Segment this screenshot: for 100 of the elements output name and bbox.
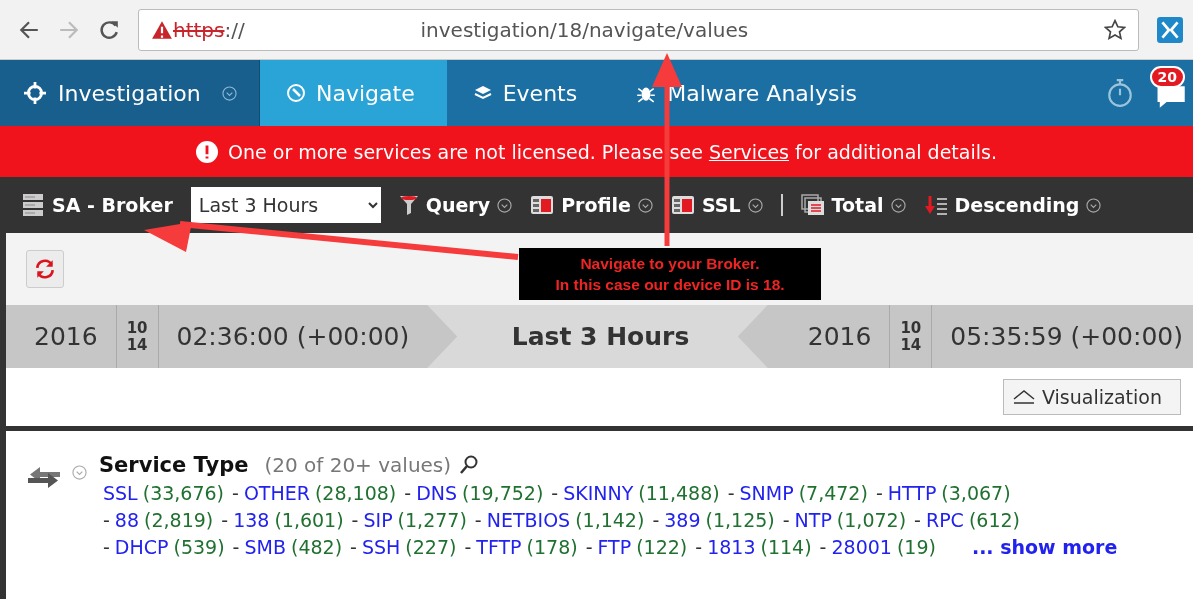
value-count: (28,108) bbox=[314, 482, 397, 504]
value-link[interactable]: 28001 bbox=[831, 536, 892, 558]
value-count: (539) bbox=[173, 536, 225, 558]
separator: - bbox=[232, 482, 239, 504]
value-count: (178) bbox=[526, 536, 578, 558]
day-label: 14 bbox=[900, 336, 922, 354]
month-label: 10 bbox=[126, 319, 148, 337]
value-link[interactable]: 1813 bbox=[707, 536, 756, 558]
separator: - bbox=[875, 482, 883, 504]
value-count: (1,142) bbox=[575, 509, 645, 531]
year-label: 2016 bbox=[34, 322, 98, 351]
value-link[interactable]: SNMP bbox=[739, 482, 794, 504]
value-link[interactable]: 389 bbox=[664, 509, 701, 531]
value-link[interactable]: SSH bbox=[361, 536, 401, 558]
separator: - bbox=[464, 536, 472, 558]
chevron-icon bbox=[637, 197, 653, 213]
value-link[interactable]: NTP bbox=[794, 509, 832, 531]
value-link[interactable]: TFTP bbox=[476, 536, 522, 558]
value-link[interactable]: SSL bbox=[103, 482, 138, 504]
refresh-icon bbox=[34, 258, 56, 280]
value-link[interactable]: SKINNY bbox=[563, 482, 634, 504]
chevron-icon bbox=[497, 197, 513, 213]
separator: - bbox=[914, 509, 921, 531]
value-count: (19) bbox=[896, 536, 936, 558]
caret-up-icon bbox=[1012, 389, 1036, 405]
values-summary: (20 of 20+ values) bbox=[264, 453, 452, 477]
chevron-icon bbox=[72, 465, 87, 480]
star-icon bbox=[1104, 18, 1126, 41]
range-label: Last 3 Hours bbox=[511, 322, 690, 351]
separator: - bbox=[350, 536, 357, 558]
time-label: 02:36:00 (+00:00) bbox=[175, 322, 411, 351]
value-count: (122) bbox=[636, 536, 688, 558]
separator: - bbox=[232, 536, 240, 558]
chevron-icon bbox=[747, 197, 763, 213]
value-link[interactable]: DNS bbox=[416, 482, 458, 504]
value-count: (1,125) bbox=[705, 509, 775, 531]
chevron-icon bbox=[1086, 197, 1102, 213]
panel-icon bbox=[670, 195, 695, 215]
separator: - bbox=[551, 482, 559, 504]
month-label: 10 bbox=[900, 319, 922, 337]
search-icon bbox=[459, 454, 480, 476]
value-count: (227) bbox=[405, 536, 457, 558]
value-link[interactable]: 88 bbox=[114, 509, 140, 531]
separator: - bbox=[819, 536, 827, 558]
sort-descending-icon bbox=[923, 194, 948, 216]
stopwatch-icon bbox=[1107, 78, 1133, 108]
value-count: (1,277) bbox=[397, 509, 467, 531]
value-link[interactable]: NETBIOS bbox=[486, 509, 571, 531]
show-more-link[interactable]: ... show more bbox=[971, 536, 1118, 558]
value-link[interactable]: RPC bbox=[925, 509, 964, 531]
callout-text: In this case our device ID is 18. bbox=[555, 275, 785, 295]
license-warning: One or more services are not licensed. Please see Services for additional details. bbox=[228, 140, 997, 163]
toolbar-menu[interactable]: Descending bbox=[923, 194, 1102, 216]
separator: - bbox=[404, 482, 412, 504]
value-count: (1,072) bbox=[836, 509, 907, 531]
value-link[interactable]: DHCP bbox=[114, 536, 169, 558]
panel-icon bbox=[530, 195, 555, 215]
separator: - bbox=[351, 509, 359, 531]
reload-icon bbox=[98, 18, 120, 41]
value-count: (7,472) bbox=[798, 482, 868, 504]
toolbar-menu[interactable]: Profile bbox=[530, 194, 653, 216]
reload-button[interactable] bbox=[98, 18, 120, 41]
value-count: (3,067) bbox=[941, 482, 1011, 504]
value-count: (11,488) bbox=[638, 482, 720, 504]
toolbar-menu[interactable]: Total bbox=[800, 194, 906, 216]
notification-badge: 20 bbox=[1149, 66, 1185, 88]
value-link[interactable]: SMB bbox=[244, 536, 286, 558]
address-bar[interactable]: https:// investigation/18/navigate/values bbox=[138, 8, 1139, 51]
refresh-button[interactable] bbox=[26, 250, 64, 288]
toolbar-menu[interactable]: Query bbox=[398, 194, 513, 216]
module-menu[interactable]: Investigation bbox=[0, 60, 260, 126]
value-count: (1,601) bbox=[274, 509, 344, 531]
url-scheme: https bbox=[173, 17, 225, 42]
value-link[interactable]: HTTP bbox=[887, 482, 937, 504]
day-label: 14 bbox=[126, 336, 148, 354]
time-range-select[interactable]: Last 3 Hours bbox=[190, 187, 381, 223]
separator: - bbox=[695, 536, 703, 558]
compass-icon bbox=[286, 83, 306, 103]
time-label: 05:35:59 (+00:00) bbox=[949, 322, 1184, 351]
swap-arrows-icon bbox=[26, 465, 62, 489]
value-count: (482) bbox=[290, 536, 343, 558]
value-link[interactable]: 138 bbox=[233, 509, 270, 531]
value-link[interactable]: SIP bbox=[363, 509, 393, 531]
value-link[interactable]: FTP bbox=[597, 536, 632, 558]
callout-text: Navigate to your Broker. bbox=[580, 254, 760, 274]
device-name: SA - Broker bbox=[52, 194, 173, 216]
year-label: 2016 bbox=[807, 322, 872, 351]
nav-tab[interactable]: Events bbox=[446, 60, 610, 126]
toolbar-menu[interactable]: SSL bbox=[670, 194, 763, 216]
value-count: (19,752) bbox=[462, 482, 544, 504]
visualization-button[interactable]: Visualization bbox=[1003, 379, 1181, 415]
separator: - bbox=[103, 509, 110, 531]
stack-icon bbox=[800, 194, 825, 216]
warning-icon bbox=[151, 19, 173, 40]
services-link[interactable]: Services bbox=[708, 140, 789, 163]
value-link[interactable]: OTHER bbox=[243, 482, 310, 504]
nav-tab[interactable]: Malware Analysis bbox=[609, 60, 889, 126]
server-icon bbox=[22, 193, 44, 217]
alert-icon bbox=[196, 140, 219, 163]
url-separator: :// bbox=[224, 17, 245, 42]
